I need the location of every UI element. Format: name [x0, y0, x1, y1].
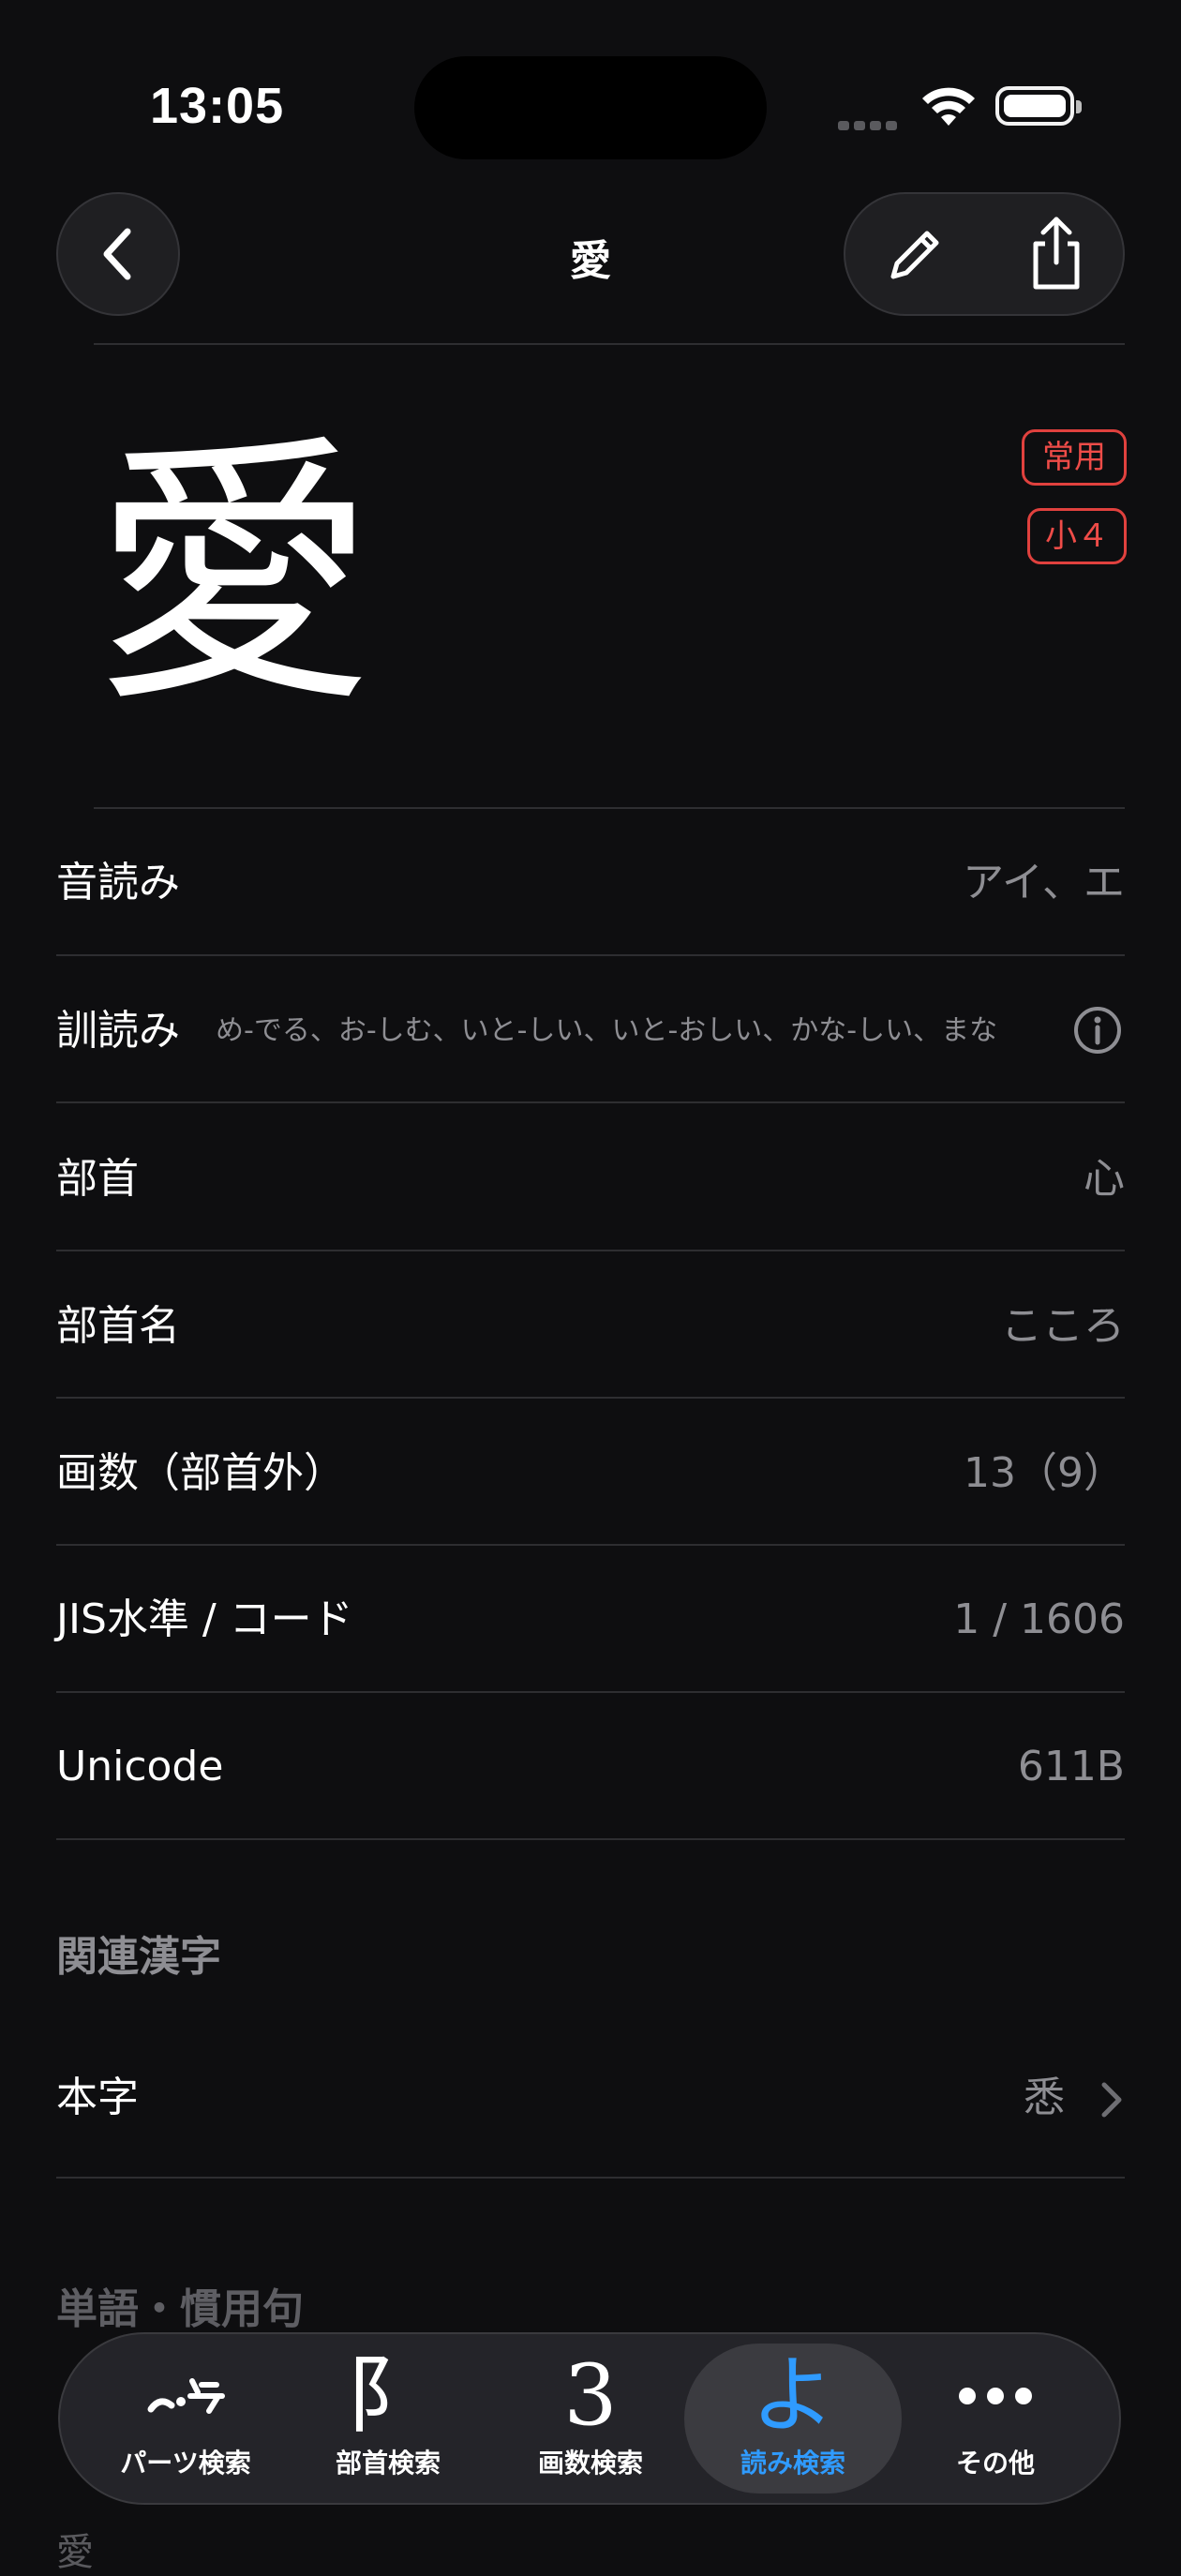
badge-joyo: 常用	[1022, 429, 1127, 486]
radical-icon: 阝	[346, 2346, 430, 2445]
row-label-stroke-count: 画数（部首外）	[56, 1449, 345, 1497]
related-item-value[interactable]: 悉	[1024, 2070, 1065, 2126]
tab-label: その他	[955, 2448, 1035, 2479]
divider	[94, 343, 1125, 345]
tab-stroke-search[interactable]: 3 画数検索	[482, 2344, 699, 2494]
more-icon	[959, 2388, 1032, 2404]
parts-icon	[147, 2378, 225, 2414]
chevron-left-icon	[103, 228, 131, 280]
row-label-jis: JIS水準 / コード	[56, 1595, 353, 1643]
section-header-related: 関連漢字	[56, 1933, 221, 1981]
info-icon[interactable]	[1072, 1005, 1123, 1056]
row-value-unicode: 611B	[1017, 1743, 1125, 1790]
divider	[56, 1544, 1125, 1546]
hero-kanji: 愛	[94, 412, 375, 740]
page-title: 愛	[570, 237, 611, 285]
back-button[interactable]	[56, 192, 180, 316]
tab-label: 部首検索	[335, 2448, 441, 2479]
row-label-unicode: Unicode	[56, 1743, 224, 1790]
section-header-words: 単語・慣用句	[56, 2285, 304, 2333]
tab-reading-search[interactable]: よ 読み検索	[684, 2344, 902, 2494]
row-value-radical-name: こころ	[1001, 1302, 1125, 1350]
word-item[interactable]: 愛	[56, 2522, 94, 2576]
related-item-label[interactable]: 本字	[56, 2070, 139, 2126]
row-label-kunyomi: 訓読み	[56, 1007, 180, 1055]
cellular-signal-icon	[838, 116, 902, 130]
divider	[94, 807, 1125, 809]
row-value-kunyomi: め-でる、お-しむ、いと-しい、いと-おしい、かな-しい、まな	[216, 1014, 998, 1047]
row-value-radical: 心	[1084, 1155, 1125, 1203]
row-value-onyomi: アイ、エ	[963, 859, 1125, 906]
row-value-jis: 1 / 1606	[953, 1595, 1125, 1643]
edit-button[interactable]	[872, 214, 956, 298]
stroke-count-icon: 3	[563, 2346, 618, 2445]
divider	[56, 1691, 1125, 1693]
share-icon	[1033, 217, 1080, 290]
row-label-onyomi: 音読み	[56, 859, 180, 906]
pencil-icon	[890, 231, 939, 279]
divider	[56, 954, 1125, 956]
divider	[56, 1101, 1125, 1103]
row-label-radical: 部首	[56, 1155, 139, 1203]
tab-label: 画数検索	[537, 2448, 643, 2479]
divider	[56, 2177, 1125, 2179]
tab-label: 読み検索	[740, 2448, 845, 2479]
divider	[56, 1838, 1125, 1840]
divider	[56, 1250, 1125, 1251]
tab-more[interactable]: その他	[887, 2344, 1104, 2494]
share-button[interactable]	[1014, 208, 1099, 298]
chevron-right-icon	[1101, 2082, 1122, 2118]
divider	[56, 1397, 1125, 1399]
status-time: 13:05	[150, 78, 285, 134]
battery-icon	[995, 86, 1082, 126]
dynamic-island	[414, 56, 767, 159]
tab-label: パーツ検索	[120, 2448, 251, 2479]
reading-icon: よ	[751, 2346, 835, 2445]
tab-parts-search[interactable]: パーツ検索	[77, 2344, 294, 2494]
badge-grade: 小４	[1027, 508, 1127, 564]
wifi-icon	[922, 87, 975, 126]
tab-radical-search[interactable]: 阝 部首検索	[279, 2344, 497, 2494]
row-label-radical-name: 部首名	[56, 1302, 180, 1350]
row-value-stroke-count: 13（9）	[964, 1449, 1125, 1497]
